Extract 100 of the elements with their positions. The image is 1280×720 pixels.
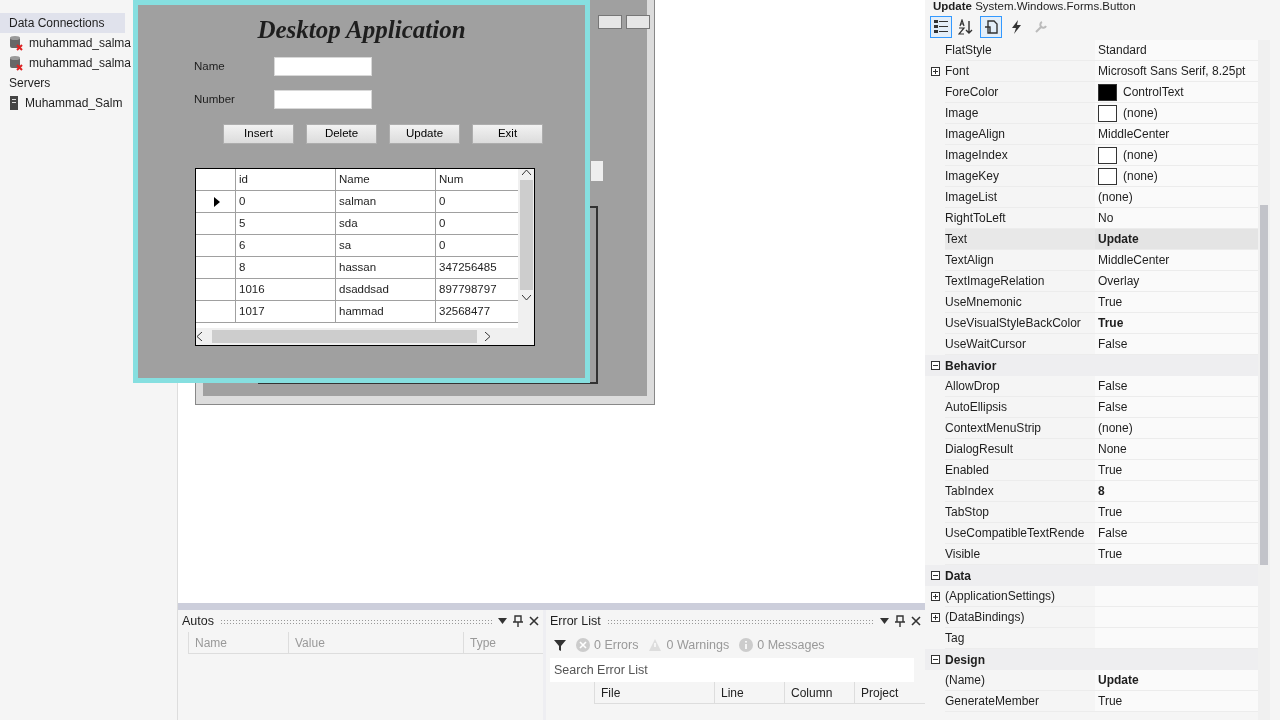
- property-value[interactable]: MiddleCenter: [1098, 125, 1170, 143]
- category-header[interactable]: Design: [945, 650, 985, 669]
- property-value[interactable]: True: [1098, 293, 1123, 311]
- value-cell[interactable]: False: [1095, 397, 1258, 418]
- value-cell[interactable]: No: [1095, 208, 1258, 229]
- property-value[interactable]: (none): [1123, 104, 1158, 122]
- property-value[interactable]: (none): [1123, 146, 1158, 164]
- property-value[interactable]: Microsoft Sans Serif, 8.25pt: [1098, 62, 1246, 80]
- property-value[interactable]: False: [1098, 335, 1128, 353]
- property-value[interactable]: 8: [1098, 482, 1105, 500]
- property-value[interactable]: (none): [1098, 188, 1133, 206]
- scroll-down-icon: [521, 295, 531, 301]
- property-value[interactable]: Update: [1098, 671, 1139, 689]
- value-cell[interactable]: MiddleCenter: [1095, 250, 1258, 271]
- value-cell[interactable]: True: [1095, 313, 1258, 334]
- property-value[interactable]: Standard: [1098, 41, 1147, 59]
- value-cell[interactable]: True: [1095, 460, 1258, 481]
- value-cell[interactable]: None: [1095, 439, 1258, 460]
- property-value[interactable]: None: [1098, 440, 1127, 458]
- table-cell-text: 0: [438, 237, 447, 253]
- property-value[interactable]: (none): [1098, 419, 1133, 437]
- value-cell[interactable]: True: [1095, 502, 1258, 523]
- value-cell[interactable]: (none): [1095, 166, 1258, 187]
- property-value[interactable]: False: [1098, 524, 1128, 542]
- action-button[interactable]: Update: [389, 124, 460, 144]
- property-value[interactable]: No: [1098, 209, 1114, 227]
- value-cell[interactable]: True: [1095, 691, 1258, 712]
- splitter-bar[interactable]: [178, 603, 925, 610]
- property-value[interactable]: True: [1098, 314, 1124, 332]
- column-header[interactable]: Column: [784, 682, 854, 703]
- value-cell[interactable]: 8: [1095, 481, 1258, 502]
- restore-button[interactable]: [598, 15, 622, 29]
- value-cell[interactable]: Standard: [1095, 40, 1258, 61]
- value-cell[interactable]: (none): [1095, 187, 1258, 208]
- pane-title: Autos: [182, 612, 214, 630]
- toolbar-button[interactable]: [980, 16, 1002, 38]
- toolbar-button[interactable]: [930, 16, 952, 38]
- value-cell[interactable]: False: [1095, 334, 1258, 355]
- value-cell[interactable]: Overlay: [1095, 271, 1258, 292]
- scroll-right-icon: [485, 332, 491, 341]
- input-field[interactable]: [274, 57, 372, 76]
- column-header[interactable]: Name: [336, 169, 436, 190]
- search-field[interactable]: Search Error List: [550, 658, 914, 682]
- tree-item[interactable]: muhammad_salma: [29, 54, 132, 72]
- property-value[interactable]: True: [1098, 545, 1123, 563]
- value-cell[interactable]: MiddleCenter: [1095, 124, 1258, 145]
- property-value[interactable]: True: [1098, 461, 1123, 479]
- property-value[interactable]: True: [1098, 692, 1123, 710]
- server-icon: [9, 95, 19, 111]
- property-value[interactable]: ControlText: [1123, 83, 1184, 101]
- error-icon: [576, 638, 590, 652]
- column-header[interactable]: Num: [436, 169, 518, 190]
- tree-item[interactable]: muhammad_salma: [29, 34, 132, 52]
- value-cell[interactable]: (none): [1095, 418, 1258, 439]
- scrollbar[interactable]: [518, 169, 534, 328]
- category-header[interactable]: Data: [945, 566, 971, 585]
- value-cell[interactable]: False: [1095, 376, 1258, 397]
- property-page-icon: [983, 19, 999, 35]
- table-cell: sa: [336, 235, 436, 256]
- input-field[interactable]: [274, 90, 372, 109]
- property-value[interactable]: Update: [1098, 230, 1139, 248]
- value-cell[interactable]: (none): [1095, 103, 1258, 124]
- table-cell: 1017: [236, 301, 336, 322]
- scrollbar[interactable]: [1258, 40, 1270, 720]
- action-button[interactable]: Delete: [306, 124, 377, 144]
- tree-group-label[interactable]: Data Connections: [9, 14, 105, 32]
- value-cell[interactable]: (none): [1095, 145, 1258, 166]
- close-button[interactable]: [626, 15, 650, 29]
- property-value[interactable]: False: [1098, 377, 1128, 395]
- column-header[interactable]: id: [236, 169, 336, 190]
- property-name[interactable]: Text: [945, 229, 1095, 250]
- value-cell[interactable]: Update: [1095, 670, 1258, 691]
- property-value[interactable]: (none): [1123, 167, 1158, 185]
- value-cell[interactable]: Update: [1095, 229, 1258, 250]
- column-header[interactable]: File: [594, 682, 714, 703]
- table-cell: hassan: [336, 257, 436, 278]
- action-button[interactable]: Insert: [223, 124, 294, 144]
- wrench-icon: [1033, 19, 1049, 35]
- tree-item[interactable]: Muhammad_Salm: [25, 94, 123, 112]
- tree-row[interactable]: Data Connections: [0, 13, 125, 33]
- category-header[interactable]: Behavior: [945, 356, 997, 375]
- tree-group-label[interactable]: Servers: [9, 74, 51, 92]
- value-cell[interactable]: True: [1095, 292, 1258, 313]
- value-cell[interactable]: True: [1095, 544, 1258, 565]
- close-icon: [529, 616, 539, 626]
- column-header[interactable]: Project: [854, 682, 924, 703]
- value-cell[interactable]: False: [1095, 523, 1258, 544]
- property-value[interactable]: True: [1098, 503, 1123, 521]
- filter-icon: [554, 639, 566, 651]
- property-value[interactable]: Overlay: [1098, 272, 1140, 290]
- column-header[interactable]: Line: [714, 682, 784, 703]
- scrollbar[interactable]: [196, 328, 534, 345]
- value-cell[interactable]: ControlText: [1095, 82, 1258, 103]
- value-cell[interactable]: Microsoft Sans Serif, 8.25pt: [1095, 61, 1258, 82]
- action-button[interactable]: Exit: [472, 124, 543, 144]
- property-value[interactable]: MiddleCenter: [1098, 251, 1170, 269]
- object-selector[interactable]: Update System.Windows.Forms.Button: [925, 0, 1280, 14]
- table-cell-text: 32568477: [438, 303, 492, 319]
- table-cell: 0: [236, 191, 336, 212]
- property-value[interactable]: False: [1098, 398, 1128, 416]
